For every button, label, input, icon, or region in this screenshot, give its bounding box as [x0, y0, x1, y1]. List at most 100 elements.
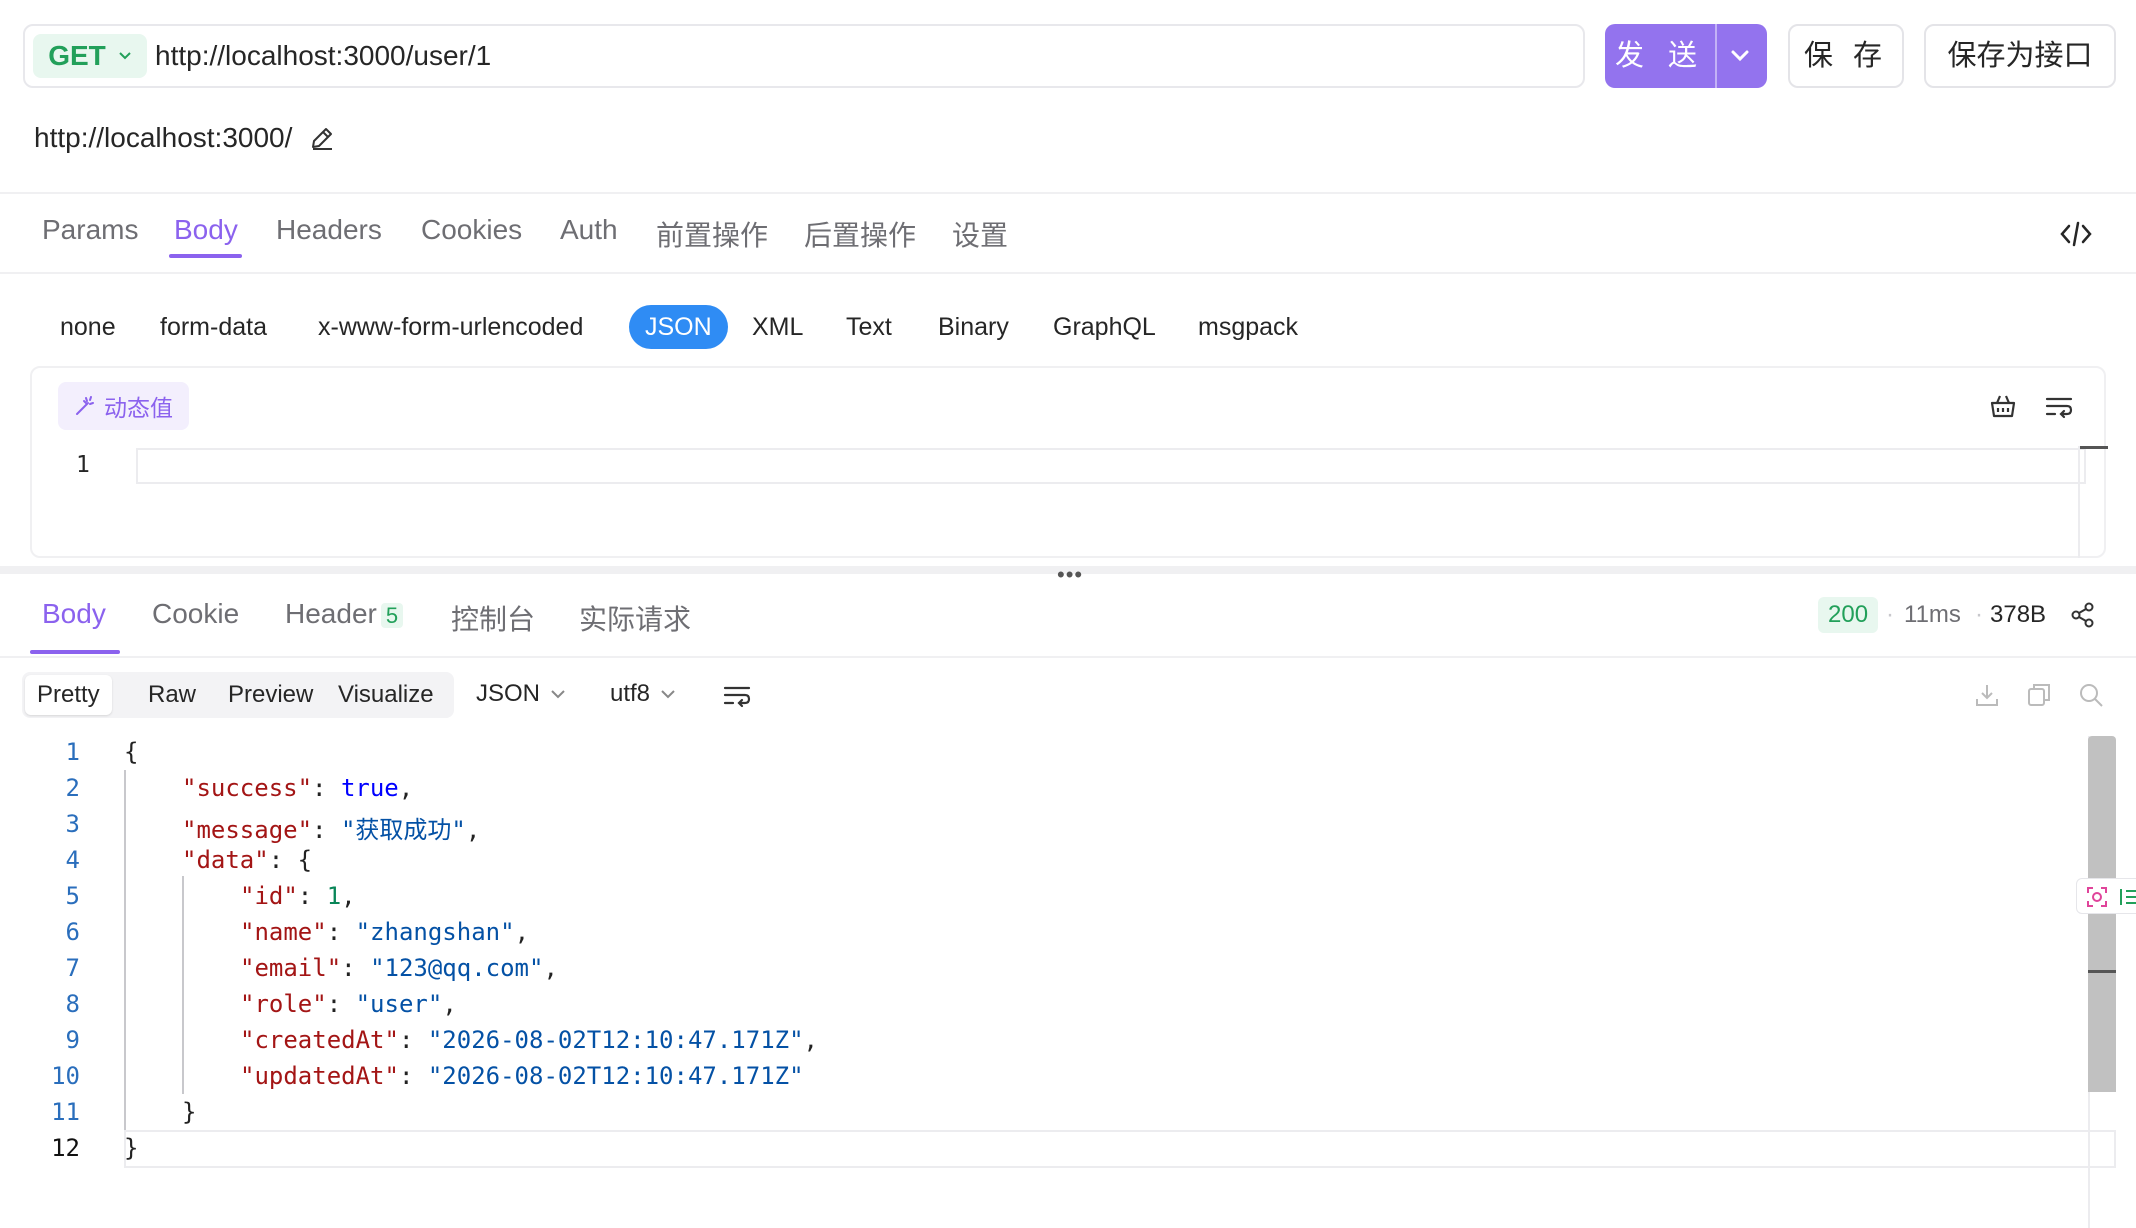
code-line: {: [124, 738, 138, 766]
encoding-select[interactable]: utf8: [610, 680, 676, 708]
save-button[interactable]: 保 存: [1788, 24, 1904, 88]
floating-tool-widget[interactable]: [2076, 878, 2136, 914]
scrollbar-thumb[interactable]: [2088, 736, 2116, 1092]
code-line: }: [182, 1098, 196, 1126]
line-number: 5: [65, 882, 80, 910]
code-line: "message": "获取成功",: [182, 816, 481, 844]
json-value: 1: [326, 882, 342, 910]
tab-post-actions[interactable]: 后置操作: [804, 214, 916, 254]
view-mode-pretty[interactable]: Pretty: [25, 675, 112, 715]
json-brace: {: [124, 738, 139, 766]
encoding-select-value: utf8: [610, 680, 651, 707]
line-number: 1: [76, 452, 90, 478]
response-tab-header-label: Header: [285, 598, 377, 629]
chevron-down-icon: [660, 689, 676, 699]
json-value: "2026-08-02T12:10:47.171Z": [427, 1026, 804, 1054]
code-line: "createdAt": "2026-08-02T12:10:47.171Z",: [240, 1026, 818, 1054]
json-key: "message": [182, 816, 313, 844]
list-icon[interactable]: [2117, 885, 2136, 909]
line-number: 1: [65, 738, 80, 766]
editor-input-line[interactable]: [136, 448, 2086, 484]
code-line: "updatedAt": "2026-08-02T12:10:47.171Z": [240, 1062, 804, 1090]
response-size: 378B: [1990, 601, 2047, 628]
json-brace: }: [182, 1098, 197, 1126]
active-tab-indicator: [30, 650, 120, 654]
current-line-highlight: [124, 1130, 2116, 1168]
save-as-api-button[interactable]: 保存为接口: [1924, 24, 2116, 88]
edit-pencil-icon[interactable]: [308, 124, 336, 152]
response-time: 11ms: [1904, 601, 1961, 628]
tab-settings[interactable]: 设置: [952, 214, 1008, 254]
request-body-editor: 动态值 1: [30, 366, 2108, 558]
json-key: "success": [182, 774, 313, 802]
magic-wand-icon: [74, 395, 96, 417]
response-tab-cookie[interactable]: Cookie: [152, 598, 239, 630]
editor-scrollbar[interactable]: [2078, 446, 2080, 558]
capture-icon[interactable]: [2085, 885, 2109, 909]
chevron-down-icon: [118, 51, 132, 61]
send-options-chevron-icon[interactable]: [1725, 42, 1755, 70]
body-type-text[interactable]: Text: [846, 305, 892, 349]
code-line: "data": {: [182, 846, 313, 874]
view-mode-preview[interactable]: Preview: [216, 675, 325, 715]
url-input[interactable]: http://localhost:3000/user/1: [155, 34, 491, 78]
tab-body[interactable]: Body: [174, 214, 238, 246]
dynamic-value-label: 动态值: [104, 395, 173, 421]
json-value: "123@qq.com": [370, 954, 544, 982]
format-select[interactable]: JSON: [476, 680, 566, 708]
line-number: 6: [65, 918, 80, 946]
response-tab-actual-request[interactable]: 实际请求: [579, 598, 691, 638]
tab-headers[interactable]: Headers: [276, 214, 382, 246]
tab-params[interactable]: Params: [42, 214, 138, 246]
send-button-label: 发 送: [1614, 40, 1706, 72]
tab-cookies[interactable]: Cookies: [421, 214, 522, 246]
word-wrap-icon[interactable]: [2044, 392, 2074, 420]
tab-pre-actions[interactable]: 前置操作: [656, 214, 768, 254]
clean-icon[interactable]: [1988, 392, 2018, 420]
share-icon[interactable]: [2070, 601, 2096, 629]
format-select-value: JSON: [476, 680, 541, 707]
line-number: 2: [65, 774, 80, 802]
json-value: "user": [355, 990, 443, 1018]
method-select[interactable]: GET: [33, 34, 147, 78]
word-wrap-icon[interactable]: [722, 681, 752, 709]
download-icon[interactable]: [1974, 682, 2000, 708]
response-tab-header[interactable]: Header 5: [285, 598, 404, 630]
code-icon[interactable]: [2060, 220, 2092, 248]
base-url: http://localhost:3000/: [34, 122, 336, 154]
copy-icon[interactable]: [2026, 682, 2052, 708]
code-line: "name": "zhangshan",: [240, 918, 530, 946]
separator-dot: ·: [1975, 601, 1983, 628]
dynamic-value-button[interactable]: 动态值: [58, 382, 189, 430]
body-type-graphql[interactable]: GraphQL: [1053, 305, 1156, 349]
url-bar[interactable]: GET http://localhost:3000/user/1: [23, 24, 1585, 88]
line-number: 12: [51, 1134, 80, 1162]
send-divider: [1715, 24, 1717, 88]
body-type-urlencoded[interactable]: x-www-form-urlencoded: [318, 305, 583, 349]
view-mode-raw[interactable]: Raw: [136, 675, 208, 715]
divider: [0, 192, 2136, 194]
tab-auth[interactable]: Auth: [560, 214, 618, 246]
body-type-msgpack[interactable]: msgpack: [1198, 305, 1298, 349]
divider: [0, 272, 2136, 274]
line-number: 4: [65, 846, 80, 874]
chevron-down-icon: [550, 689, 566, 699]
body-type-none[interactable]: none: [60, 305, 116, 349]
json-key: "id": [240, 882, 298, 910]
method-label: GET: [48, 40, 106, 71]
body-type-json[interactable]: JSON: [629, 305, 728, 349]
body-type-xml[interactable]: XML: [752, 305, 803, 349]
json-value: "2026-08-02T12:10:47.171Z": [427, 1062, 804, 1090]
send-button[interactable]: 发 送: [1605, 24, 1767, 88]
response-tab-console[interactable]: 控制台: [451, 598, 535, 638]
body-type-form-data[interactable]: form-data: [160, 305, 267, 349]
body-type-binary[interactable]: Binary: [938, 305, 1009, 349]
response-tab-body[interactable]: Body: [42, 598, 106, 630]
view-mode-visualize[interactable]: Visualize: [326, 675, 446, 715]
line-number: 11: [51, 1098, 80, 1126]
drag-handle-icon[interactable]: •••: [1057, 562, 1083, 588]
status-badge: 200: [1818, 597, 1879, 633]
json-key: "data": [182, 846, 269, 874]
search-icon[interactable]: [2078, 682, 2104, 708]
scroll-marker: [2088, 970, 2116, 973]
